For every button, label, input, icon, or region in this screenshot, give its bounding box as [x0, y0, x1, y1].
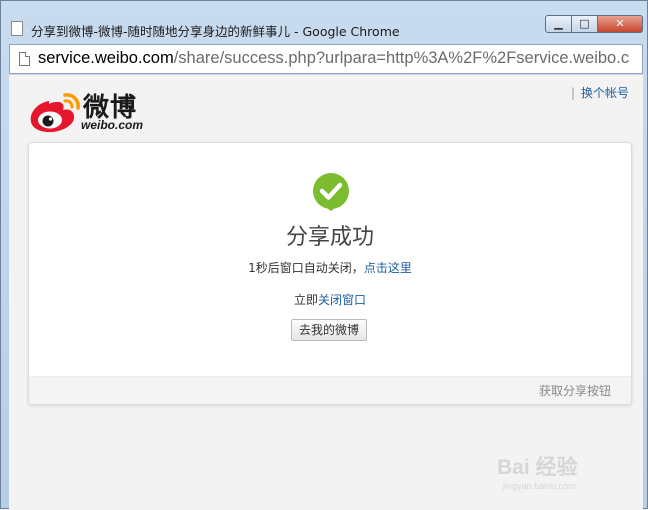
close-button[interactable]: ✕ — [597, 15, 643, 33]
auto-close-text: 1秒后窗口自动关闭，点击这里 — [29, 259, 631, 276]
page-icon — [11, 21, 23, 36]
my-weibo-button[interactable]: 去我的微博 — [291, 319, 367, 341]
window-controls: ▁ □ ✕ — [545, 15, 643, 35]
card-footer: 获取分享按钮 — [29, 376, 631, 404]
baidu-jingyan-watermark: Bai 经验 jingyan.baidu.com — [497, 449, 637, 509]
chrome-window: 分享到微博-微博-随时随地分享身边的新鲜事儿 - Google Chrome ▁… — [0, 0, 648, 510]
maximize-button[interactable]: □ — [571, 15, 598, 33]
get-share-button-link[interactable]: 获取分享按钮 — [539, 382, 611, 399]
switch-account-link[interactable]: 换个帐号 — [581, 86, 629, 100]
separator: | — [570, 86, 575, 100]
success-check-icon — [313, 173, 349, 211]
url-text[interactable]: service.weibo.com/share/success.php?urlp… — [38, 49, 629, 68]
url-host: service.weibo.com — [38, 49, 174, 67]
share-success-card: 分享成功 1秒后窗口自动关闭，点击这里 立即关闭窗口 去我的微博 获取分享按钮 — [28, 142, 632, 405]
document-icon — [19, 52, 30, 66]
url-path: /share/success.php?urlpara=http%3A%2F%2F… — [173, 49, 630, 67]
close-prefix: 立即 — [293, 293, 318, 307]
close-now-text: 立即关闭窗口 — [29, 291, 631, 308]
titlebar: 分享到微博-微博-随时随地分享身边的新鲜事儿 - Google Chrome ▁… — [1, 1, 647, 43]
watermark-text: Bai 经验 — [497, 456, 578, 479]
countdown-prefix: 1秒后窗口自动关闭， — [248, 261, 364, 275]
window-title: 分享到微博-微博-随时随地分享身边的新鲜事儿 - Google Chrome — [31, 24, 400, 39]
weibo-logo[interactable]: 微博 weibo.com — [27, 85, 157, 135]
logo-domain: weibo.com — [81, 118, 144, 132]
weibo-eye-icon — [30, 93, 80, 133]
click-here-link[interactable]: 点击这里 — [364, 261, 412, 275]
account-area: | 换个帐号 — [571, 84, 629, 101]
watermark-url: jingyan.baidu.com — [503, 481, 576, 491]
close-window-link[interactable]: 关闭窗口 — [318, 293, 366, 307]
minimize-button[interactable]: ▁ — [545, 15, 572, 33]
page-viewport: 微博 weibo.com | 换个帐号 分享成功 1秒后窗口自动关闭，点击这里 立… — [9, 75, 643, 510]
address-bar[interactable]: service.weibo.com/share/success.php?urlp… — [9, 44, 643, 74]
success-title: 分享成功 — [285, 225, 374, 250]
